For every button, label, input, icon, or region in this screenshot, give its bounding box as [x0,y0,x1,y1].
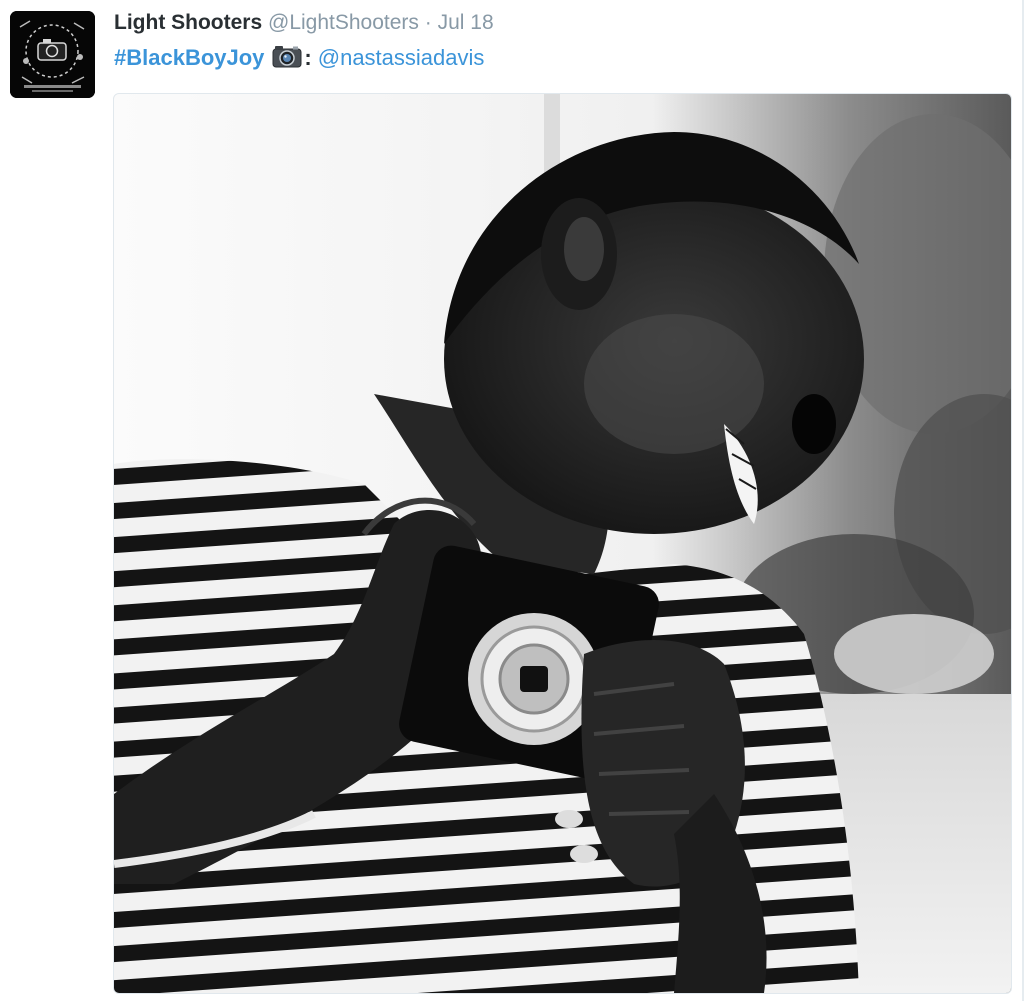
tweet-header: Light Shooters @LightShooters · Jul 18 [114,9,494,37]
avatar-icon [10,11,95,98]
profile-avatar[interactable] [10,11,95,98]
colon-text: : [304,45,312,70]
tweet-photo[interactable] [113,93,1012,994]
mention-link[interactable]: @nastassiadavis [318,45,485,70]
header-separator: · [424,11,432,34]
tweet-date[interactable]: Jul 18 [438,11,494,34]
tweet-card[interactable]: Light Shooters @LightShooters · Jul 18 #… [0,0,1024,1001]
author-handle[interactable]: @LightShooters [268,11,419,34]
hashtag-link[interactable]: #BlackBoyJoy [114,45,264,70]
camera-icon [272,45,302,76]
author-name[interactable]: Light Shooters [114,11,262,34]
tweet-text: #BlackBoyJoy: @nastassiadavis [114,43,484,76]
photo-image [114,94,1011,993]
